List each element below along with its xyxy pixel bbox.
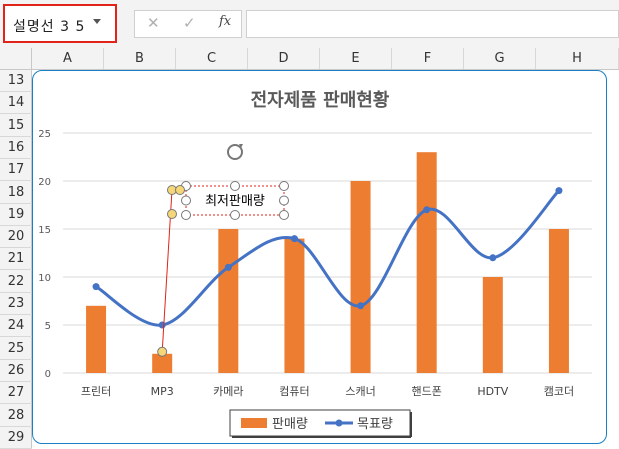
name-box-dropdown-icon[interactable] [93, 19, 101, 24]
column-header-b[interactable]: B [104, 48, 176, 69]
bar-4[interactable] [350, 181, 371, 373]
line-marker-2[interactable] [224, 263, 232, 271]
y-tick-label: 0 [45, 369, 51, 380]
legend-bar-swatch [241, 418, 267, 428]
y-tick-label: 20 [38, 177, 51, 188]
line-marker-7[interactable] [555, 187, 563, 195]
resize-handle[interactable] [230, 210, 240, 220]
resize-handle[interactable] [181, 195, 191, 206]
row-header-26[interactable]: 26 [0, 360, 32, 382]
formula-input[interactable] [246, 10, 619, 38]
y-tick-label: 15 [38, 225, 51, 236]
y-tick-label: 5 [45, 321, 51, 332]
line-marker-4[interactable] [357, 302, 365, 310]
legend-label-sales: 판매량 [272, 417, 308, 432]
chart-area[interactable]: 전자제품 판매현황 0 5 10 15 20 25 프린터 MP3 카메라 컴퓨터 스캐너 핸드폰 H… [32, 70, 607, 444]
row-header-24[interactable]: 24 [0, 315, 32, 338]
adjust-handle[interactable] [157, 346, 168, 357]
row-header-27[interactable]: 27 [0, 382, 32, 405]
x-tick-label: HDTV [477, 385, 508, 398]
resize-handle[interactable] [181, 210, 191, 220]
chart-title: 전자제품 판매현황 [251, 90, 390, 111]
column-header-bar: ABCDEFGH [0, 48, 619, 70]
row-header-23[interactable]: 23 [0, 293, 32, 315]
rotate-handle-icon[interactable] [227, 144, 243, 160]
y-tick-label: 25 [38, 129, 51, 140]
resize-handle[interactable] [279, 210, 289, 220]
x-tick-label: 스캐너 [345, 385, 375, 398]
row-header-28[interactable]: 28 [0, 405, 32, 427]
legend-line-marker [335, 419, 343, 427]
formula-buttons: ✕ ✓ fx [134, 10, 242, 38]
column-header-a[interactable]: A [32, 48, 104, 69]
row-header-21[interactable]: 21 [0, 248, 32, 271]
row-header-22[interactable]: 22 [0, 271, 32, 293]
row-header-19[interactable]: 19 [0, 204, 32, 226]
x-tick-label: 핸드폰 [412, 385, 442, 398]
column-header-h[interactable]: H [536, 48, 619, 69]
row-header-bar: 13 14 15 16 17 18 19 20 21 22 23 24 25 26 27 28 29 [0, 70, 32, 449]
name-box[interactable]: 설명선 3 5 [3, 4, 117, 43]
bar-3[interactable] [284, 238, 305, 373]
x-tick-label: 프린터 [81, 385, 111, 398]
resize-handle[interactable] [230, 181, 240, 191]
row-header-15[interactable]: 15 [0, 115, 32, 137]
bar-6[interactable] [482, 277, 503, 373]
bar-7[interactable] [548, 229, 569, 373]
line-marker-3[interactable] [290, 235, 298, 243]
legend-label-target: 목표량 [357, 417, 393, 432]
callout-text[interactable]: 최저판매량 [205, 194, 265, 209]
row-header-20[interactable]: 20 [0, 226, 32, 249]
line-marker-1[interactable] [158, 321, 166, 329]
x-tick-label: 카메라 [213, 385, 243, 398]
row-header-17[interactable]: 17 [0, 159, 32, 182]
formula-bar: 설명선 3 5 ✕ ✓ fx [0, 0, 619, 48]
row-header-14[interactable]: 14 [0, 92, 32, 115]
adjust-handle[interactable] [167, 209, 177, 219]
column-header-g[interactable]: G [464, 48, 536, 69]
select-all-corner[interactable] [0, 48, 32, 69]
bar-0[interactable] [86, 305, 107, 373]
x-tick-label: 컴퓨터 [279, 385, 309, 398]
line-marker-0[interactable] [92, 283, 100, 291]
bar-2[interactable] [218, 229, 239, 373]
column-header-f[interactable]: F [392, 48, 464, 69]
row-header-13[interactable]: 13 [0, 70, 32, 92]
adjust-handle[interactable] [175, 185, 185, 195]
name-box-value: 설명선 3 5 [13, 19, 86, 35]
column-header-e[interactable]: E [320, 48, 392, 69]
row-header-25[interactable]: 25 [0, 338, 32, 360]
row-header-18[interactable]: 18 [0, 182, 32, 204]
bar-5[interactable] [416, 152, 437, 373]
insert-function-icon[interactable]: fx [219, 14, 231, 29]
line-marker-5[interactable] [423, 206, 431, 214]
enter-icon[interactable]: ✓ [183, 14, 196, 32]
resize-handle[interactable] [279, 181, 289, 191]
resize-handle[interactable] [279, 195, 289, 206]
row-header-29[interactable]: 29 [0, 427, 32, 449]
y-tick-label: 10 [38, 273, 51, 284]
x-tick-label: 캠코더 [544, 385, 574, 398]
x-tick-label: MP3 [151, 385, 174, 398]
chart-svg: 전자제품 판매현황 0 5 10 15 20 25 프린터 MP3 카메라 컴퓨터 스캐너 핸드폰 H… [38, 90, 592, 438]
column-header-d[interactable]: D [248, 48, 320, 69]
cancel-icon[interactable]: ✕ [147, 14, 160, 32]
line-marker-6[interactable] [489, 254, 497, 262]
column-header-c[interactable]: C [176, 48, 248, 69]
row-header-16[interactable]: 16 [0, 137, 32, 159]
